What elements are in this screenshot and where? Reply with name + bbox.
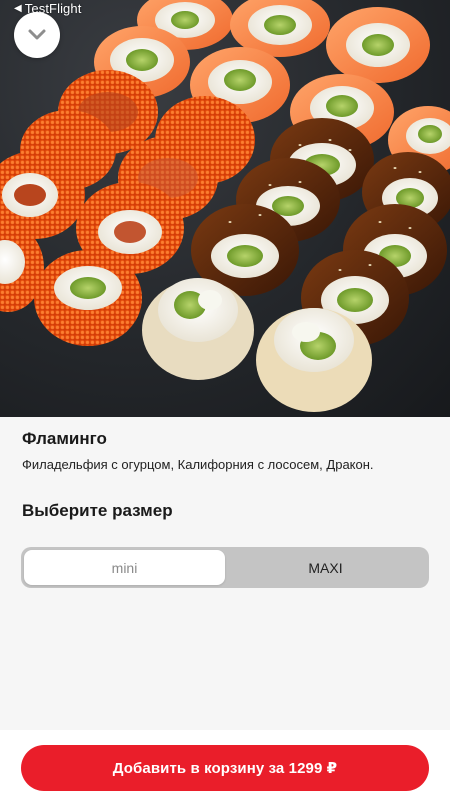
product-title: Фламинго — [22, 429, 107, 448]
chevron-down-icon — [28, 29, 46, 40]
size-option-mini[interactable]: mini — [24, 550, 225, 585]
product-image: ◀ TestFlight — [0, 0, 450, 417]
sushi-illustration — [0, 0, 450, 412]
add-to-cart-button[interactable]: Добавить в корзину за 1299 ₽ — [21, 745, 429, 791]
size-option-maxi[interactable]: MAXI — [225, 550, 426, 585]
collapse-button[interactable] — [14, 12, 60, 58]
back-arrow-icon: ◀ — [14, 3, 22, 14]
product-description: Филадельфия с огурцом, Калифорния с лосо… — [22, 457, 374, 472]
size-heading: Выберите размер — [22, 501, 173, 520]
product-info: Фламинго Филадельфия с огурцом, Калифорн… — [22, 428, 432, 474]
size-segmented-control: mini MAXI — [21, 547, 429, 588]
